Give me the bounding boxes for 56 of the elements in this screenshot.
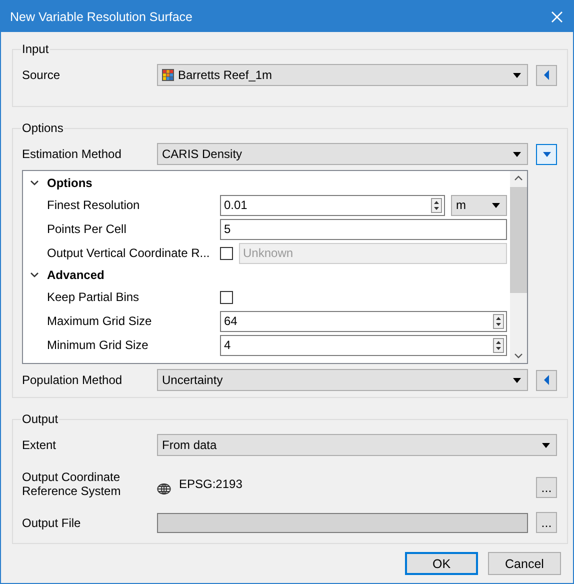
spin-icon [493, 338, 504, 352]
caret-icon [492, 202, 500, 208]
field-label: Population Method [22, 373, 124, 387]
caret-icon [542, 442, 550, 448]
expand-button[interactable] [536, 370, 557, 390]
checkbox[interactable] [220, 290, 233, 304]
down-triangle-icon [542, 149, 552, 159]
section-title: Advanced [47, 268, 104, 282]
spin-icon [493, 314, 504, 328]
expand-button[interactable] [536, 64, 557, 86]
window-title: New Variable Resolution Surface [10, 10, 193, 24]
field-label: Output Coordinate Reference System [22, 470, 122, 498]
expand-button[interactable] [536, 144, 557, 164]
caret-icon [513, 72, 521, 78]
browse-button[interactable]: ... [536, 477, 557, 498]
chevron-down-icon[interactable] [30, 180, 39, 186]
section-title: Options [47, 176, 92, 190]
scroll-up-icon[interactable] [514, 175, 523, 181]
file-field[interactable] [157, 512, 528, 532]
group-title: Input [21, 42, 50, 56]
property-label: Finest Resolution [47, 198, 141, 212]
method-dropdown[interactable]: CARIS Density [157, 143, 528, 165]
field-label: Output File [22, 516, 82, 530]
spin-box[interactable]: 64 [220, 310, 507, 332]
group-title: Options [21, 121, 64, 135]
field-label: Extent [22, 438, 58, 452]
left-triangle-icon [542, 375, 552, 385]
text-field[interactable]: 5 [220, 218, 507, 240]
property-label: Minimum Grid Size [47, 338, 150, 352]
caret-icon [513, 378, 521, 382]
spin-box[interactable]: 4 [220, 334, 507, 356]
scroll-down-icon[interactable] [514, 353, 523, 359]
source-dropdown[interactable]: Barretts Reef_1m [157, 64, 528, 86]
dialog-button[interactable]: Cancel [488, 552, 561, 575]
spin-box[interactable]: 0.01 [220, 194, 445, 216]
browse-button[interactable]: ... [536, 512, 557, 533]
globe-icon [157, 482, 171, 496]
extent-dropdown[interactable]: From data [157, 434, 557, 456]
property-label: Keep Partial Bins [47, 290, 140, 304]
caret-icon [513, 152, 521, 156]
crs-value: EPSG:2193 [179, 477, 242, 491]
population-dropdown[interactable]: Uncertainty [157, 369, 528, 391]
property-label: Output Vertical Coordinate R... [47, 246, 211, 260]
chevron-down-icon[interactable] [30, 272, 39, 278]
close-icon [551, 10, 563, 22]
property-label: Points Per Cell [47, 222, 128, 236]
spin-icon [431, 198, 442, 212]
grid-icon [162, 69, 174, 81]
scrollbar[interactable] [510, 171, 527, 363]
group-title: Output [21, 412, 60, 426]
property-label: Maximum Grid Size [47, 314, 153, 328]
left-triangle-icon [542, 70, 552, 80]
dialog-button[interactable]: OK [405, 552, 478, 575]
field-label: Estimation Method [22, 147, 122, 161]
field-label: Source [22, 68, 62, 82]
unit-dropdown[interactable]: m [451, 194, 507, 216]
